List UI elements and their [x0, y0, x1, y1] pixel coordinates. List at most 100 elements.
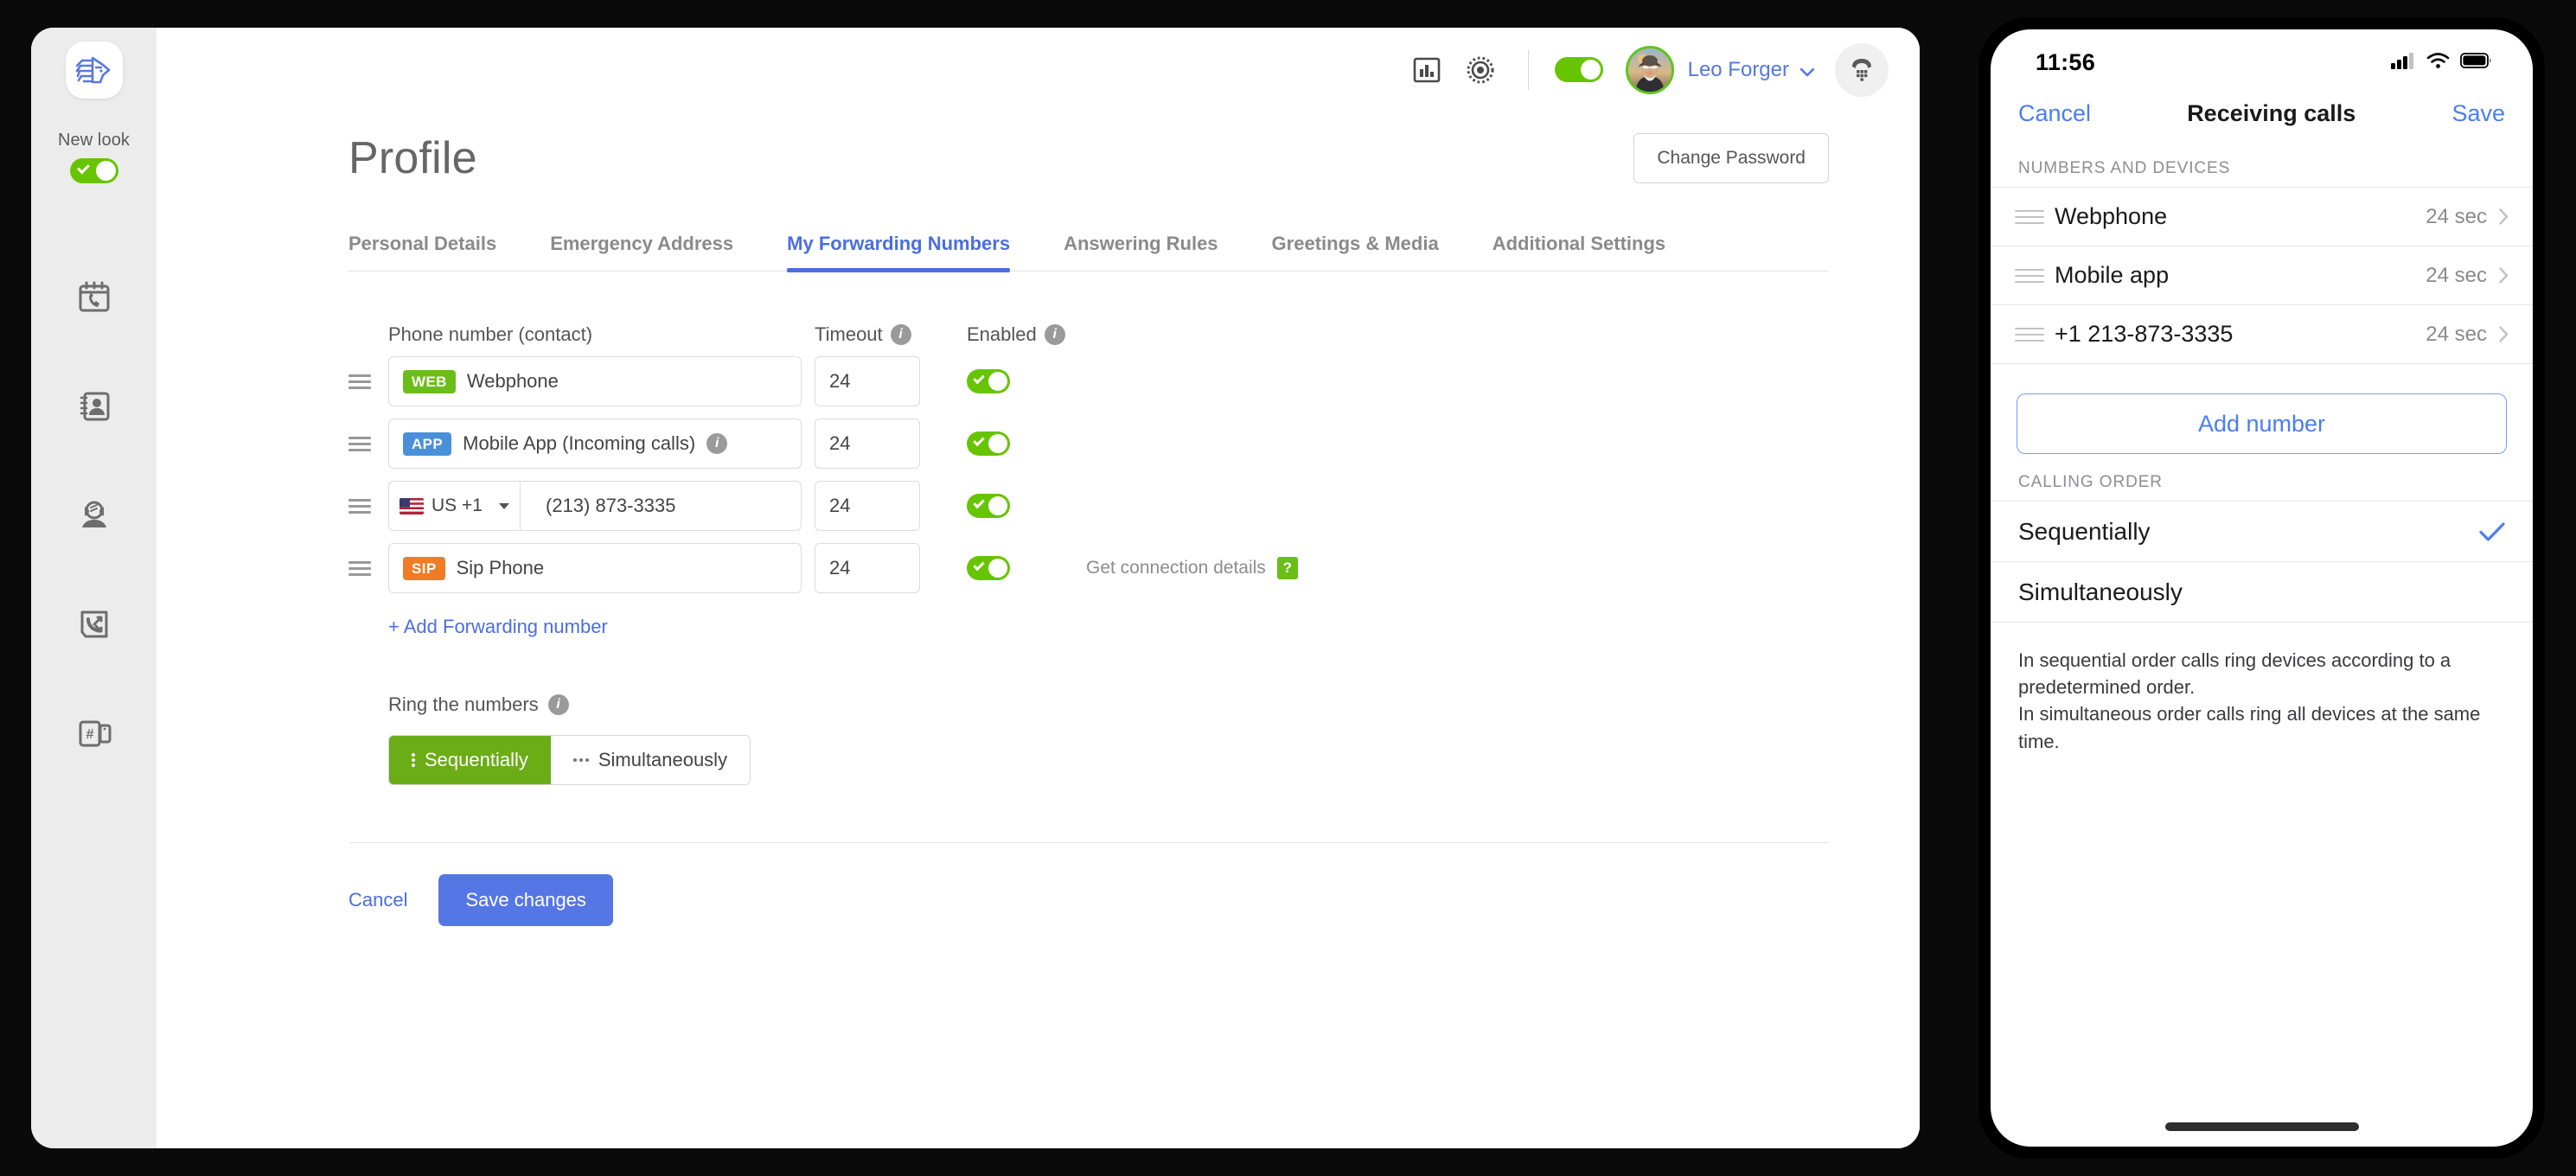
call-history-icon[interactable] [72, 275, 117, 320]
list-item[interactable]: +1 213-873-3335 24 sec [1991, 305, 2533, 364]
chevron-right-glyph [2499, 208, 2509, 225]
ring-mode-simultaneously[interactable]: Simultaneously [550, 736, 751, 784]
chevron-down-icon [499, 502, 509, 509]
call-routing-icon[interactable] [72, 602, 117, 647]
tab-answering-rules[interactable]: Answering Rules [1064, 224, 1218, 271]
list-item[interactable]: Webphone 24 sec [1991, 188, 2533, 246]
get-connection-details-link[interactable]: Get connection details [1086, 558, 1266, 578]
country-code-select[interactable]: US +1 [389, 482, 521, 530]
timeout-input-mobile-app[interactable]: 24 [815, 419, 920, 469]
ring-mode-sequentially[interactable]: Sequentially [389, 736, 551, 784]
calling-order-option-simultaneously[interactable]: Simultaneously [1991, 562, 2533, 623]
drag-handle-icon[interactable] [348, 495, 388, 517]
bar-chart-icon[interactable] [1400, 43, 1454, 97]
phone-nav-bar: Cancel Receiving calls Save [1991, 86, 2533, 140]
list-item[interactable]: Mobile app 24 sec [1991, 246, 2533, 305]
check-icon [2479, 521, 2505, 542]
page-title: Profile [348, 133, 477, 183]
badge-app: APP [403, 431, 452, 456]
change-password-button[interactable]: Change Password [1633, 133, 1829, 183]
drag-handle-icon[interactable] [348, 558, 388, 579]
save-changes-button[interactable]: Save changes [438, 874, 613, 926]
phone-number-input[interactable]: (213) 873-3335 [532, 495, 801, 517]
screenshot-stage: New look # Leo Forger Profile Change Pas… [0, 0, 2576, 1176]
ring-the-numbers-label: Ring the numbers i [388, 693, 1829, 716]
option-label: Simultaneously [2018, 578, 2183, 605]
check-icon [973, 559, 985, 572]
toggle-knob [1580, 60, 1601, 80]
drag-handle-icon[interactable] [2015, 323, 2044, 346]
forwarding-field-sip-phone[interactable]: SIP Sip Phone [388, 543, 802, 593]
cancel-link[interactable]: Cancel [348, 889, 407, 911]
tab-personal-details[interactable]: Personal Details [348, 224, 496, 271]
calling-order-list: Sequentially Simultaneously [1991, 501, 2533, 623]
timeout-input-webphone[interactable]: 24 [815, 356, 920, 406]
tab-bar: Personal Details Emergency Address My Fo… [348, 224, 1829, 272]
timeout-input-phone-number[interactable]: 24 [815, 481, 920, 531]
main-column: Leo Forger Profile Change Password Perso… [157, 28, 1920, 1148]
tab-my-forwarding-numbers[interactable]: My Forwarding Numbers [787, 224, 1010, 272]
phone-cancel-button[interactable]: Cancel [2018, 100, 2091, 127]
availability-toggle[interactable] [1554, 57, 1603, 82]
tab-greetings-media[interactable]: Greetings & Media [1272, 224, 1439, 271]
dialpad-icon[interactable] [1835, 42, 1889, 97]
calling-order-option-sequentially[interactable]: Sequentially [1991, 502, 2533, 562]
footer-actions: Cancel Save changes [348, 874, 1920, 926]
forwarding-field-mobile-app[interactable]: APP Mobile App (Incoming calls) i [388, 419, 802, 469]
page-header: Profile Change Password [157, 112, 1920, 184]
forwarding-field-webphone[interactable]: WEB Webphone [388, 356, 802, 406]
add-forwarding-number-link[interactable]: + Add Forwarding number [388, 616, 1829, 638]
desktop-window: New look # Leo Forger Profile Change Pas… [31, 28, 1920, 1148]
chevron-down-icon[interactable] [1799, 66, 1815, 76]
chevron-right-icon [2499, 326, 2509, 342]
wolf-head-logo[interactable] [65, 41, 123, 99]
avatar[interactable] [1625, 45, 1674, 94]
enabled-toggle-webphone[interactable] [967, 369, 1010, 393]
enabled-toggle-mobile-app[interactable] [967, 431, 1010, 456]
forwarding-table-header: Phone number (contact) Timeout i Enabled… [348, 323, 1829, 346]
page-body: Profile Change Password Personal Details… [157, 112, 1920, 1148]
add-number-button[interactable]: Add number [2017, 393, 2507, 454]
gear-icon[interactable] [1454, 43, 1507, 97]
drag-bars [348, 558, 371, 579]
column-header-timeout-label: Timeout [815, 323, 883, 345]
drag-handle-icon[interactable] [348, 433, 388, 455]
tab-additional-settings[interactable]: Additional Settings [1493, 224, 1665, 271]
check-icon [973, 434, 985, 447]
phone-numbers-glyph: # [79, 720, 111, 747]
contacts-icon[interactable] [72, 384, 117, 429]
ring-mode-segmented-control: Sequentially Simultaneously [388, 735, 751, 785]
status-time: 11:56 [2036, 48, 2096, 75]
enabled-toggle-phone-number[interactable] [967, 494, 1010, 518]
check-icon [76, 161, 90, 175]
help-icon[interactable]: ? [1276, 557, 1298, 579]
drag-handle-icon[interactable] [2015, 206, 2044, 228]
option-label: Sequentially [2018, 517, 2151, 545]
info-icon[interactable]: i [890, 324, 911, 345]
phone-numbers-icon[interactable]: # [72, 711, 117, 756]
numbers-section-header: NUMBERS AND DEVICES [2018, 159, 2231, 177]
column-header-enabled: Enabled i [967, 323, 1065, 346]
drag-handle-icon[interactable] [2015, 265, 2044, 287]
info-icon[interactable]: i [547, 694, 569, 715]
info-icon[interactable]: i [1044, 324, 1065, 345]
battery-glyph [2460, 52, 2491, 68]
chevron-right-glyph [2499, 326, 2509, 342]
new-look-toggle[interactable] [69, 158, 118, 183]
ring-mode-sequentially-label: Sequentially [425, 749, 528, 770]
logo-area [31, 28, 157, 112]
rail-icon-list: # [31, 275, 157, 756]
drag-handle-icon[interactable] [348, 371, 388, 393]
calling-order-header: CALLING ORDER [2018, 473, 2163, 491]
phone-save-button[interactable]: Save [2451, 100, 2505, 127]
timeout-input-sip-phone[interactable]: 24 [815, 543, 920, 593]
chevron-right-icon [2499, 208, 2509, 225]
username-label[interactable]: Leo Forger [1688, 58, 1789, 82]
agent-headset-icon[interactable] [72, 493, 117, 538]
enabled-toggle-sip-phone[interactable] [967, 556, 1010, 580]
tab-emergency-address[interactable]: Emergency Address [550, 224, 733, 271]
badge-web: WEB [403, 369, 456, 393]
wifi-icon [2426, 52, 2450, 74]
info-icon[interactable]: i [706, 433, 728, 454]
chevron-down-glyph [1799, 67, 1815, 76]
